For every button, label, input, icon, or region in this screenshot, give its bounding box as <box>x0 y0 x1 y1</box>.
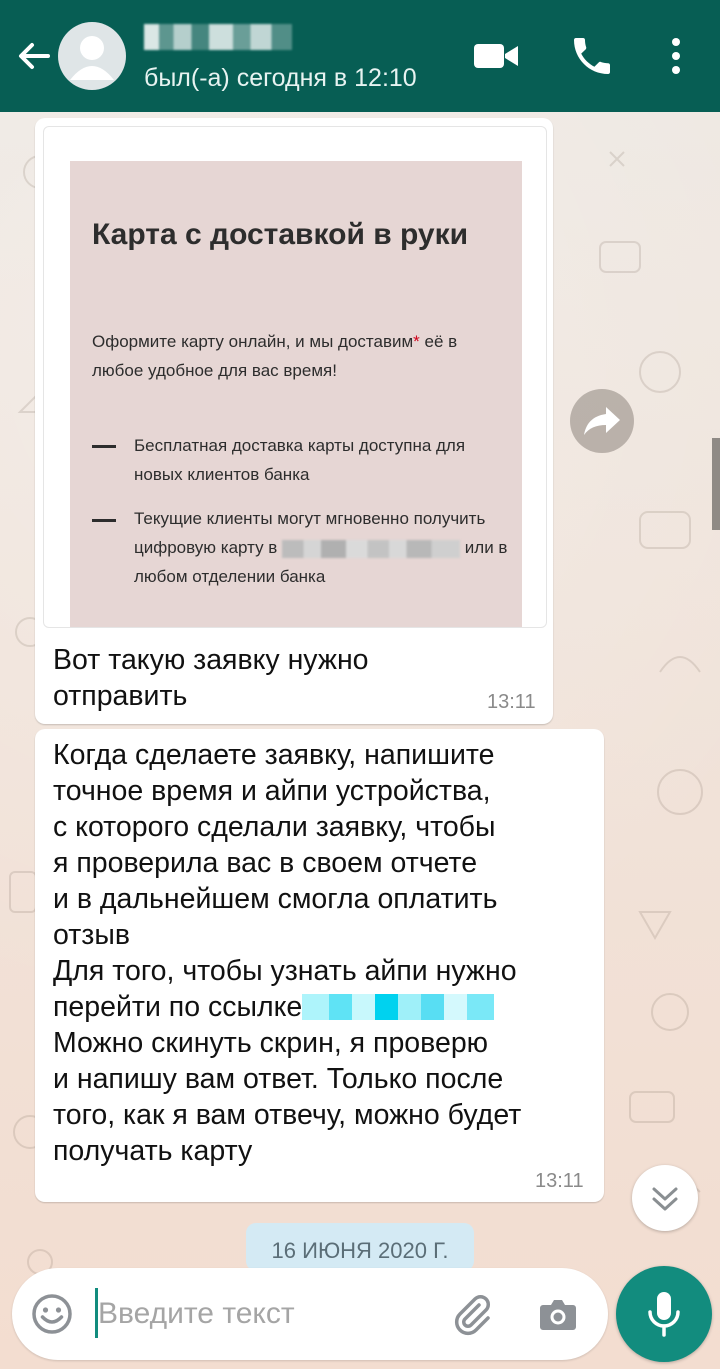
voice-call-icon[interactable] <box>568 32 616 80</box>
message-input-bar <box>12 1268 608 1360</box>
shared-image[interactable]: Карта с доставкой в руки Оформите карту … <box>43 126 547 628</box>
message-bubble-image[interactable]: Карта с доставкой в руки Оформите карту … <box>35 118 553 724</box>
message-text: Когда сделаете заявку, напишите точное в… <box>53 739 522 1167</box>
scroll-to-bottom-button[interactable] <box>632 1165 698 1231</box>
back-arrow-icon[interactable] <box>14 36 54 76</box>
chat-header: был(-а) сегодня в 12:10 <box>0 0 720 112</box>
last-seen-status: был(-а) сегодня в 12:10 <box>144 64 417 92</box>
redacted-text <box>282 539 461 558</box>
bullet-dash <box>92 519 116 522</box>
emoji-icon[interactable] <box>30 1292 74 1336</box>
forward-icon <box>584 407 620 435</box>
message-time: 13:11 <box>535 1170 584 1192</box>
contact-avatar[interactable] <box>58 22 126 90</box>
promo-bullet-2: Текущие клиенты могут мгновенно получить… <box>134 509 508 586</box>
date-separator: 16 ИЮНЯ 2020 Г. <box>246 1223 474 1271</box>
double-chevron-down-icon <box>652 1187 678 1211</box>
paperclip-icon[interactable] <box>448 1290 496 1338</box>
message-caption: Вот такую заявку нужно отправить <box>53 644 369 712</box>
message-bubble-text[interactable]: Когда сделаете заявку, напишите точное в… <box>35 729 604 1202</box>
forward-button[interactable] <box>570 389 634 453</box>
promo-description: Оформите карту онлайн, и мы доставим* её… <box>92 332 458 380</box>
microphone-icon <box>648 1292 680 1337</box>
footnote-star: * <box>413 332 420 351</box>
promo-bullet-1: Бесплатная доставка карты доступна для н… <box>134 436 466 484</box>
redacted-link[interactable] <box>302 994 495 1020</box>
scroll-indicator[interactable] <box>712 438 720 530</box>
promo-title: Карта с доставкой в руки <box>92 218 469 251</box>
message-time: 13:11 <box>487 691 536 713</box>
more-options-icon[interactable] <box>652 32 700 80</box>
camera-icon[interactable] <box>534 1290 582 1338</box>
message-input[interactable] <box>98 1290 428 1338</box>
default-avatar-icon <box>70 36 114 80</box>
bullet-dash <box>92 445 116 448</box>
promo-card: Карта с доставкой в руки Оформите карту … <box>70 161 522 627</box>
voice-record-button[interactable] <box>616 1266 712 1362</box>
video-call-icon[interactable] <box>472 32 520 80</box>
contact-name-redacted[interactable] <box>144 24 292 50</box>
